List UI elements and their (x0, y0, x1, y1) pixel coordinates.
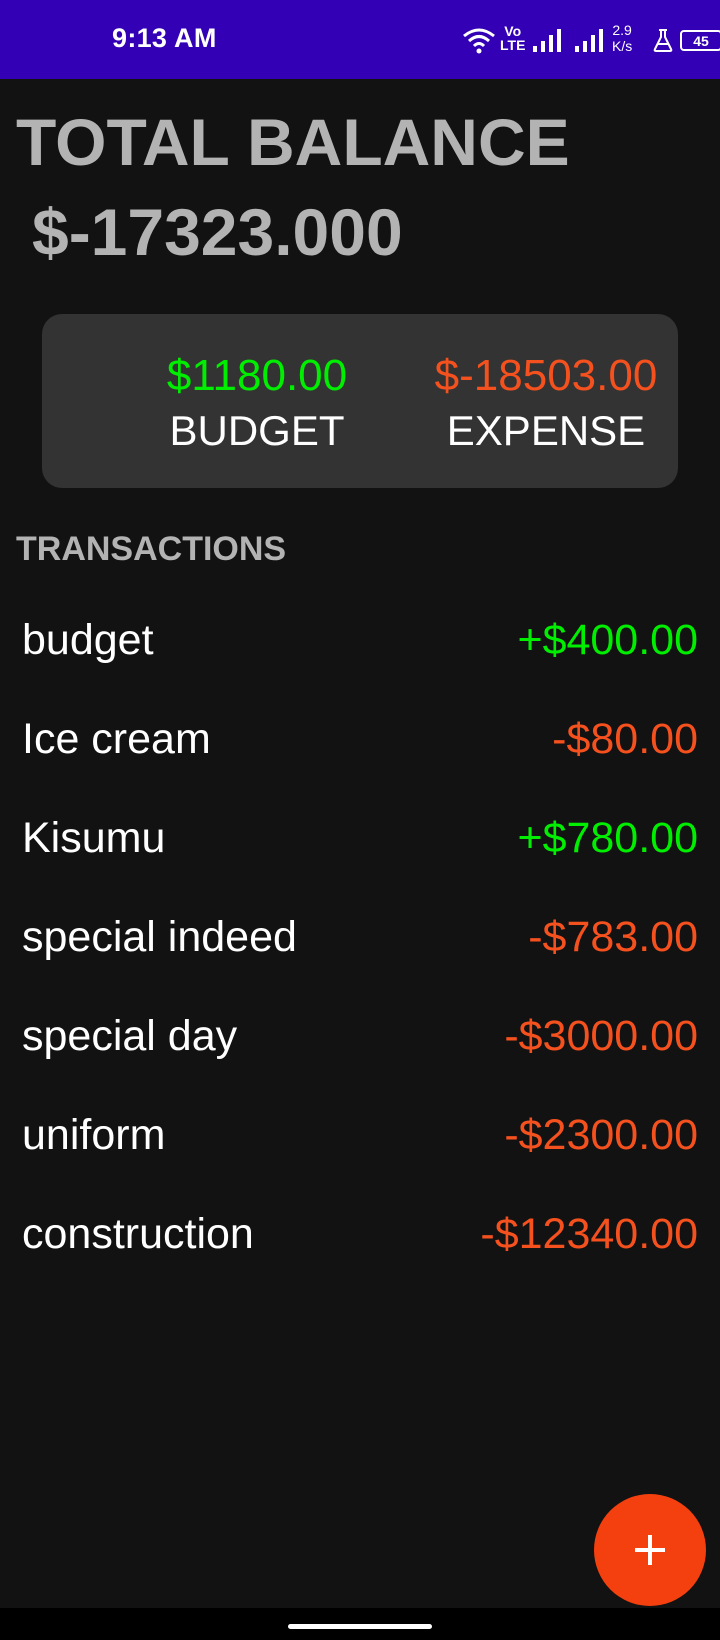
plus-icon (635, 1535, 665, 1565)
transaction-row[interactable]: budget +$400.00 (0, 590, 720, 689)
battery-level: 45 (693, 33, 709, 49)
transaction-amount: -$783.00 (528, 913, 698, 961)
battery-icon: 45 (680, 30, 720, 51)
app-screen: 9:13 AM Vo LTE 2.9 K/s 45 TOTAL BALANCE … (0, 0, 720, 1640)
network-speed-unit: K/s (612, 38, 633, 54)
summary-card: $1180.00 BUDGET $-18503.00 EXPENSE (42, 314, 678, 488)
volte-indicator: Vo LTE (500, 24, 525, 52)
transaction-amount: +$780.00 (517, 814, 698, 862)
add-transaction-button[interactable] (594, 1494, 706, 1606)
total-balance-amount: $-17323.000 (32, 195, 403, 269)
wifi-icon (463, 28, 495, 54)
transaction-amount: -$2300.00 (504, 1111, 698, 1159)
signal-icon-2 (575, 29, 603, 52)
transaction-name: Ice cream (22, 715, 211, 763)
transaction-row[interactable]: Kisumu +$780.00 (0, 788, 720, 887)
transaction-row[interactable]: special indeed -$783.00 (0, 887, 720, 986)
transaction-row[interactable]: Ice cream -$80.00 (0, 689, 720, 788)
transactions-title: TRANSACTIONS (16, 530, 287, 568)
status-time: 9:13 AM (112, 23, 217, 53)
network-speed: 2.9 K/s (612, 22, 632, 54)
home-gesture-handle[interactable] (288, 1624, 432, 1629)
transaction-list: budget +$400.00 Ice cream -$80.00 Kisumu… (0, 590, 720, 1283)
transaction-name: Kisumu (22, 814, 166, 862)
budget-value: $1180.00 (166, 351, 348, 400)
transaction-amount: -$3000.00 (504, 1012, 698, 1060)
signal-icon (533, 29, 561, 52)
transaction-name: budget (22, 616, 154, 664)
transaction-name: special day (22, 1012, 238, 1060)
transaction-row[interactable]: uniform -$2300.00 (0, 1085, 720, 1184)
transaction-amount: -$12340.00 (480, 1210, 698, 1258)
network-speed-value: 2.9 (612, 22, 632, 38)
flask-icon (653, 29, 673, 52)
expense-summary: $-18503.00 EXPENSE (416, 350, 676, 460)
transaction-amount: +$400.00 (517, 616, 698, 664)
transaction-name: special indeed (22, 913, 297, 961)
total-balance-title: TOTAL BALANCE (16, 105, 570, 179)
transaction-row[interactable]: construction -$12340.00 (0, 1184, 720, 1283)
budget-label: BUDGET (169, 407, 345, 454)
volte-bottom-text: LTE (500, 37, 526, 53)
expense-label: EXPENSE (446, 407, 646, 454)
transaction-amount: -$80.00 (552, 715, 698, 763)
budget-summary: $1180.00 BUDGET (127, 350, 387, 460)
transaction-row[interactable]: special day -$3000.00 (0, 986, 720, 1085)
transaction-name: uniform (22, 1111, 166, 1159)
expense-value: $-18503.00 (434, 351, 658, 400)
navigation-bar (0, 1608, 720, 1640)
transaction-name: construction (22, 1210, 254, 1258)
status-bar: 9:13 AM Vo LTE 2.9 K/s 45 (0, 0, 720, 79)
volte-top-text: Vo (504, 23, 522, 39)
